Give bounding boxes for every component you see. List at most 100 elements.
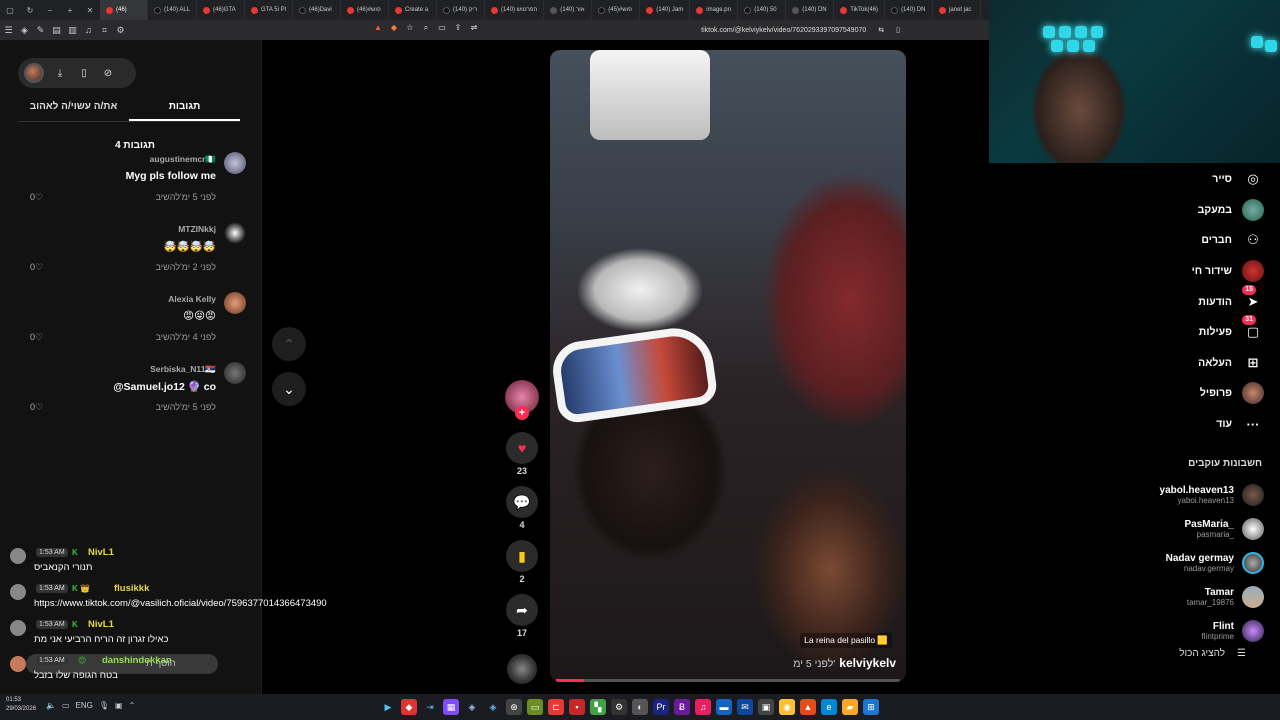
share-button[interactable]: ➦ xyxy=(506,594,538,626)
brave-browser-icon[interactable]: ▲ xyxy=(800,699,816,715)
play-app-icon[interactable]: ▶ xyxy=(380,699,396,715)
following-account[interactable]: Nadav germay nadav.germay xyxy=(1094,546,1264,580)
chat-username[interactable]: danshindokkan xyxy=(102,655,172,666)
commenter-avatar[interactable] xyxy=(224,362,246,384)
tab-you-may-like[interactable]: את/ה עשוי/ה לאהוב xyxy=(18,96,129,121)
app-icon[interactable]: ◆ xyxy=(401,699,417,715)
following-account[interactable]: yabol.heaven13 yaboi.heaven13 xyxy=(1094,478,1264,512)
comment-likes[interactable]: 0♡ xyxy=(30,332,43,343)
commenter-avatar[interactable] xyxy=(224,222,246,244)
mic-icon[interactable]: 🎙 xyxy=(99,701,109,710)
chrome-icon[interactable]: ◉ xyxy=(779,699,795,715)
browser-tab[interactable]: (46)#פוש xyxy=(341,0,390,20)
windows-store-icon[interactable]: ⊞ xyxy=(863,699,879,715)
brush-icon[interactable]: ✎ xyxy=(33,23,48,38)
browser-tab[interactable]: (140) DN xyxy=(885,0,934,20)
music-app-icon[interactable]: ♫ xyxy=(695,699,711,715)
new-tab-button[interactable]: + xyxy=(60,0,80,20)
app-icon[interactable]: ◈ xyxy=(464,699,480,715)
edge-icon[interactable]: e xyxy=(821,699,837,715)
premiere-icon[interactable]: Pr xyxy=(653,699,669,715)
browser-tab[interactable]: Create a xyxy=(389,0,438,20)
nav-friends[interactable]: חברים ⚇ xyxy=(1124,225,1264,256)
close-tab-icon[interactable]: ✕ xyxy=(80,0,100,20)
language-indicator[interactable]: ENG xyxy=(76,701,93,710)
browser-tab[interactable]: (140) אור xyxy=(544,0,593,20)
reply-button[interactable]: להשיב xyxy=(156,332,180,342)
extension-icon[interactable]: ⚙ xyxy=(113,23,128,38)
bookmark-star-icon[interactable]: ▯ xyxy=(896,26,900,34)
nav-profile[interactable]: פרופיל xyxy=(1124,378,1264,409)
browser-tab[interactable]: (46)Davi xyxy=(293,0,342,20)
following-account[interactable]: Tamar tamar_19876 xyxy=(1094,580,1264,614)
app-icon[interactable]: ▚ xyxy=(590,699,606,715)
music-icon[interactable]: ♫ xyxy=(81,23,96,38)
browser-tab[interactable]: (46)GTA xyxy=(197,0,246,20)
browser-tab[interactable]: (140) ALL xyxy=(148,0,198,20)
tab-comments[interactable]: תגובות xyxy=(129,96,240,121)
app-icon[interactable]: ▦ xyxy=(443,699,459,715)
video-progress[interactable] xyxy=(556,679,900,682)
commenter-avatar[interactable] xyxy=(224,292,246,314)
nav-following[interactable]: במעקב xyxy=(1124,195,1264,226)
comment-user[interactable]: Alexia Kelly xyxy=(168,294,216,304)
network-icon[interactable]: ▭ xyxy=(62,701,70,710)
screenshot-icon[interactable]: ⌗ xyxy=(97,23,112,38)
window-menu-icon[interactable]: ▢ xyxy=(0,0,20,20)
app-icon[interactable]: ▣ xyxy=(758,699,774,715)
nav-live[interactable]: שידור חי xyxy=(1124,256,1264,287)
creator-avatar[interactable] xyxy=(24,63,44,83)
volume-icon[interactable]: 🔈 xyxy=(46,701,56,710)
shield-icon[interactable]: ◈ xyxy=(17,23,32,38)
chat-username[interactable]: NivL1 xyxy=(88,619,114,630)
reply-button[interactable]: להשיב xyxy=(156,402,180,412)
app-icon[interactable]: ⇥ xyxy=(422,699,438,715)
tray-expand-icon[interactable]: ⌃ xyxy=(129,701,136,710)
browser-tab[interactable]: (140) Jam xyxy=(640,0,691,20)
url-text[interactable]: tiktok.com/@kelviykelv/video/76202933970… xyxy=(701,27,866,34)
chat-link[interactable]: https://www.tiktok.com/@vasilich.oficial… xyxy=(34,598,327,609)
clock[interactable]: 01:53 29/03/2026 xyxy=(6,696,36,714)
menu-icon[interactable]: ☰ xyxy=(1,23,16,38)
next-video-button[interactable]: ⌄ xyxy=(272,372,306,406)
app-icon[interactable]: Ƀ xyxy=(674,699,690,715)
browser-tab[interactable]: (140) 50 xyxy=(738,0,787,20)
browser-tab[interactable]: (140) ריק xyxy=(437,0,486,20)
minimize-icon[interactable]: − xyxy=(40,0,60,20)
nav-more[interactable]: עוד ··· xyxy=(1124,409,1264,440)
link-icon[interactable]: ⊘ xyxy=(100,65,116,81)
sidebar-icon[interactable]: ▥ xyxy=(65,23,80,38)
chat-username[interactable]: NivL1 xyxy=(88,547,114,558)
reply-button[interactable]: להשיב xyxy=(156,262,180,272)
settings-icon[interactable]: ⚙ xyxy=(611,699,627,715)
app-icon[interactable]: ✉ xyxy=(737,699,753,715)
folder-icon[interactable]: ▰ xyxy=(842,699,858,715)
comment-user[interactable]: Serbiska_N11🇷🇸 xyxy=(150,364,216,375)
browser-tab[interactable]: janet jac xyxy=(933,0,982,20)
app-icon[interactable]: ⊛ xyxy=(506,699,522,715)
browser-tab[interactable]: TikTok(46) xyxy=(834,0,886,20)
comment-likes[interactable]: 0♡ xyxy=(30,192,43,203)
save-button[interactable]: ▮ xyxy=(506,540,538,572)
browser-tab[interactable]: (140) הפרטוש xyxy=(485,0,545,20)
app-icon[interactable]: ◈ xyxy=(485,699,501,715)
heart-outline-icon[interactable]: ♡ xyxy=(35,402,43,412)
previous-video-button[interactable]: ⌃ xyxy=(272,327,306,361)
music-disc-icon[interactable] xyxy=(507,654,537,684)
browser-tab[interactable]: image.pn xyxy=(690,0,739,20)
phone-icon[interactable]: ▯ xyxy=(76,65,92,81)
browser-tab[interactable]: (46) xyxy=(100,0,148,20)
browser-tab[interactable]: (140) DN xyxy=(786,0,835,20)
comment-likes[interactable]: 0♡ xyxy=(30,402,43,413)
comment-user[interactable]: MTZINkkj xyxy=(178,224,216,234)
reader-icon[interactable]: ▤ xyxy=(49,23,64,38)
nav-explore[interactable]: סייר ◎ xyxy=(1124,164,1264,195)
bookmark-icon[interactable]: ⇆ xyxy=(878,26,884,34)
follow-plus-icon[interactable]: + xyxy=(515,406,529,420)
heart-outline-icon[interactable]: ♡ xyxy=(35,262,43,272)
download-icon[interactable]: ⤓ xyxy=(52,65,68,81)
reply-button[interactable]: להשיב xyxy=(156,192,180,202)
nav-upload[interactable]: העלאה ⊞ xyxy=(1124,348,1264,379)
nav-activity[interactable]: פעילות ▢ 31 xyxy=(1124,315,1264,348)
comment-likes[interactable]: 0♡ xyxy=(30,262,43,273)
